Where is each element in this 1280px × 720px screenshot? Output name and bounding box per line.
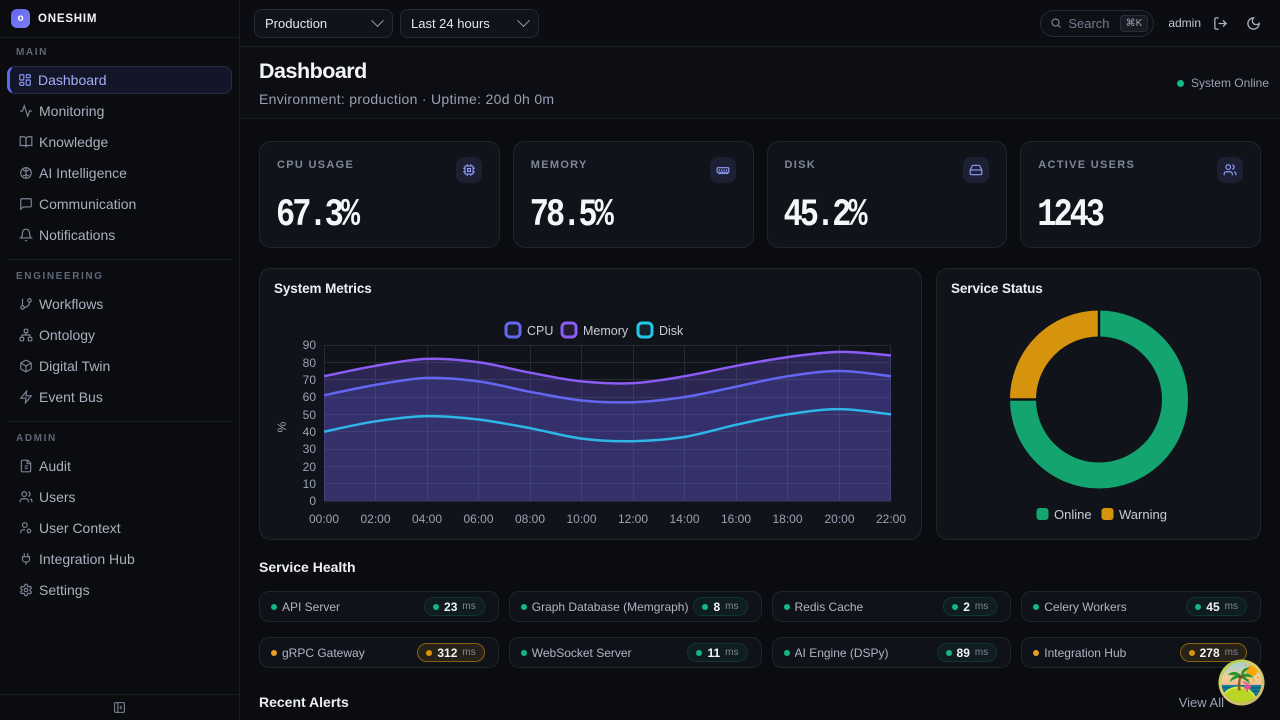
- svg-text:0: 0: [309, 494, 316, 508]
- svg-text:90: 90: [303, 338, 317, 352]
- svg-text:10: 10: [303, 477, 317, 491]
- svg-text:Memory: Memory: [583, 324, 629, 338]
- svg-text:12:00: 12:00: [618, 512, 648, 526]
- svg-text:22:00: 22:00: [876, 512, 906, 526]
- svg-text:02:00: 02:00: [360, 512, 390, 526]
- svg-text:18:00: 18:00: [772, 512, 802, 526]
- svg-text:Online: Online: [1054, 507, 1092, 522]
- svg-text:Disk: Disk: [659, 324, 684, 338]
- svg-text:CPU: CPU: [527, 324, 553, 338]
- svg-text:04:00: 04:00: [412, 512, 442, 526]
- svg-text:50: 50: [303, 408, 317, 422]
- svg-text:20:00: 20:00: [824, 512, 854, 526]
- svg-text:Warning: Warning: [1119, 507, 1167, 522]
- svg-text:00:00: 00:00: [309, 512, 339, 526]
- svg-text:20: 20: [303, 460, 317, 474]
- svg-text:60: 60: [303, 390, 317, 404]
- svg-text:%: %: [275, 421, 289, 432]
- svg-text:30: 30: [303, 442, 317, 456]
- svg-text:06:00: 06:00: [463, 512, 493, 526]
- svg-text:70: 70: [303, 373, 317, 387]
- svg-text:14:00: 14:00: [669, 512, 699, 526]
- svg-text:08:00: 08:00: [515, 512, 545, 526]
- svg-text:80: 80: [303, 356, 317, 370]
- svg-text:10:00: 10:00: [566, 512, 596, 526]
- svg-text:16:00: 16:00: [721, 512, 751, 526]
- svg-text:40: 40: [303, 425, 317, 439]
